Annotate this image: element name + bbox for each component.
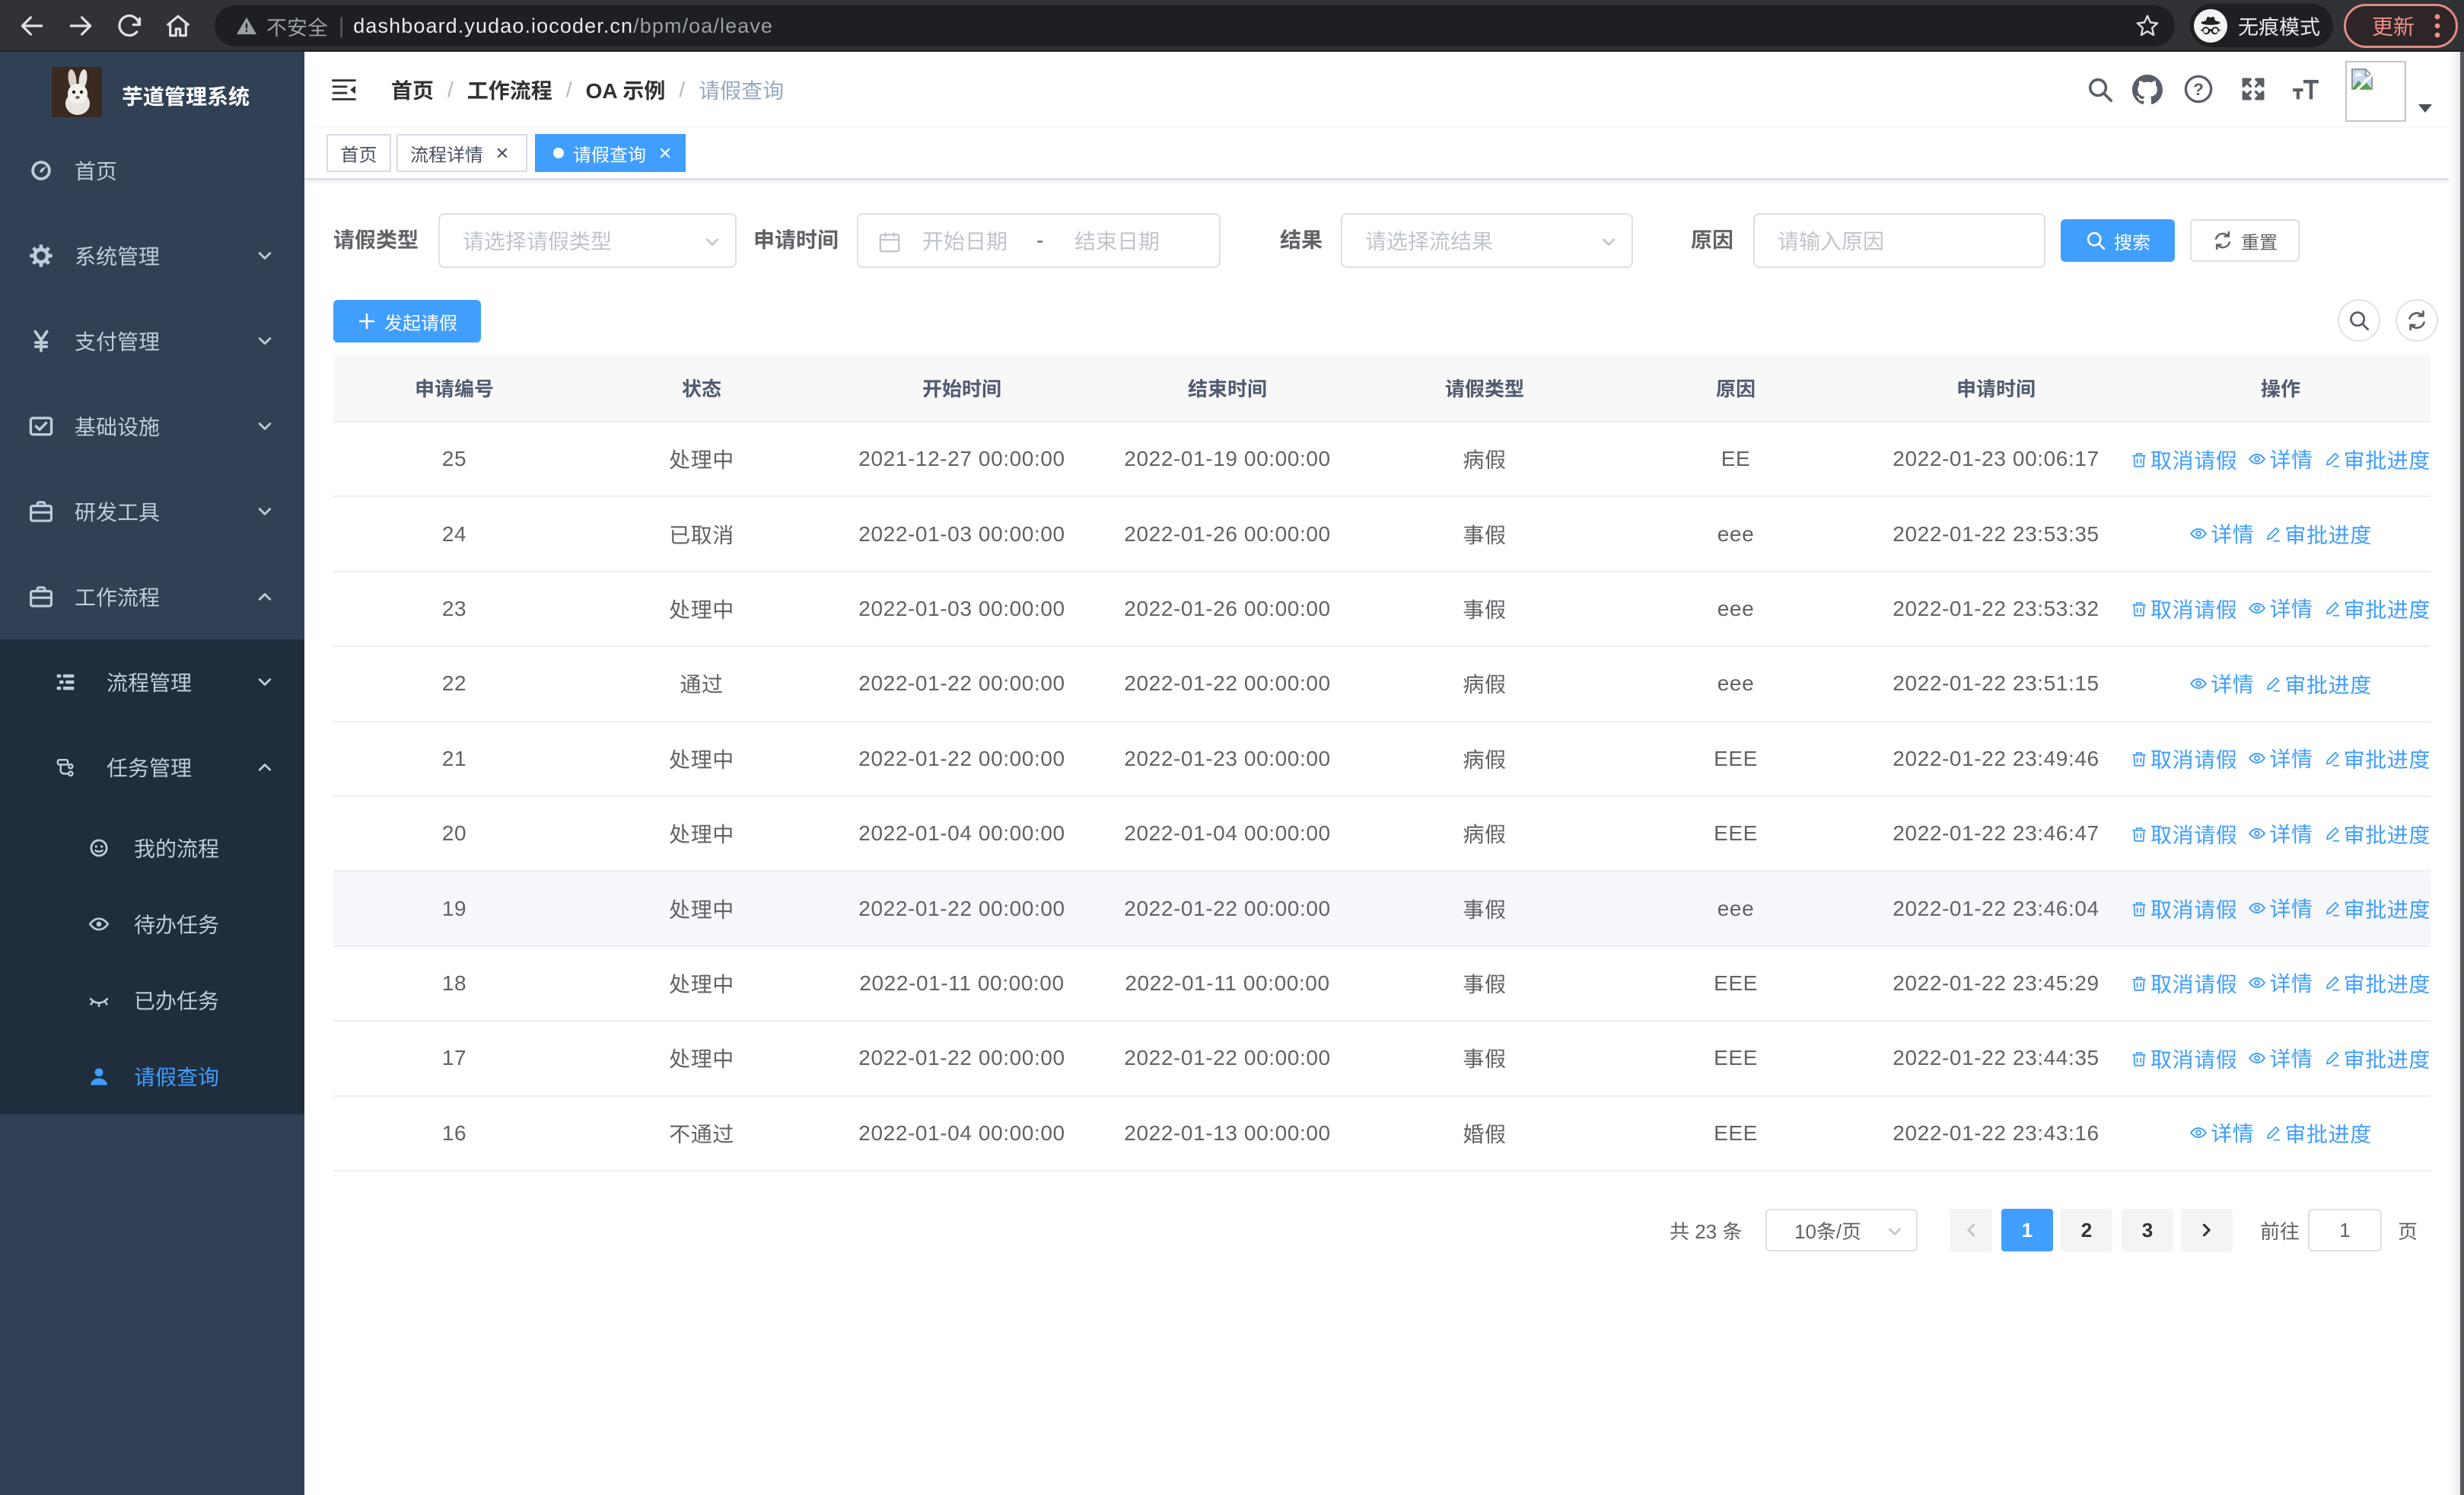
svg-text:?: ? bbox=[2193, 80, 2204, 99]
